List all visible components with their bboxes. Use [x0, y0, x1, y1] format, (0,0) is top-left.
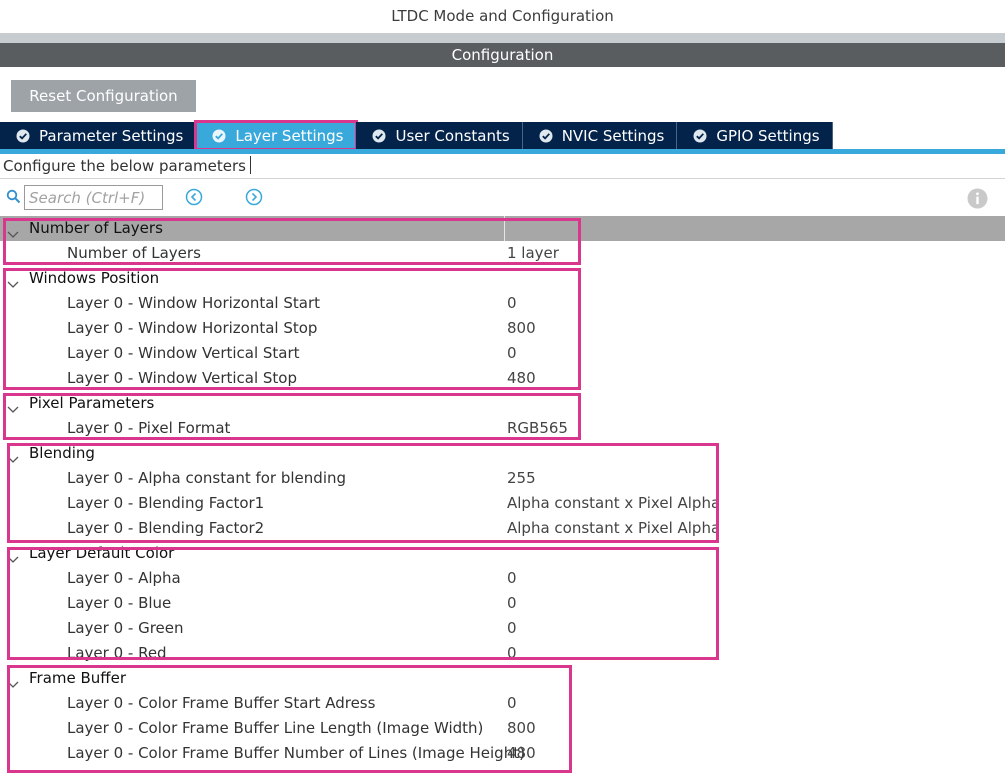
- param-value[interactable]: 0: [507, 291, 517, 316]
- param-value[interactable]: 0: [507, 616, 517, 641]
- group-frame-buffer[interactable]: Frame Buffer: [0, 666, 1005, 691]
- param-row-layer-0-blue[interactable]: Layer 0 - Blue 0: [0, 591, 1005, 616]
- param-value[interactable]: 0: [507, 566, 517, 591]
- param-name: Layer 0 - Red: [67, 644, 167, 662]
- param-value[interactable]: 480: [507, 366, 536, 391]
- configure-hint: Configure the below parameters: [0, 155, 1005, 179]
- check-circle-icon: [693, 129, 707, 143]
- check-circle-icon: [539, 129, 553, 143]
- param-value[interactable]: Alpha constant x Pixel Alpha: [507, 516, 720, 541]
- param-name: Layer 0 - Green: [67, 619, 184, 637]
- param-row-layer-0-window-vertical-stop[interactable]: Layer 0 - Window Vertical Stop 480: [0, 366, 1005, 391]
- param-name: Layer 0 - Blending Factor1: [67, 494, 265, 512]
- param-row-layer-0-color-frame-buffer-line-length-image-width[interactable]: Layer 0 - Color Frame Buffer Line Length…: [0, 716, 1005, 741]
- group-title: Frame Buffer: [29, 669, 127, 687]
- param-row-layer-0-blending-factor1[interactable]: Layer 0 - Blending Factor1 Alpha constant…: [0, 491, 1005, 516]
- group-layer-default-color[interactable]: Layer Default Color: [0, 541, 1005, 566]
- tab-label: GPIO Settings: [716, 126, 820, 145]
- tab-label: User Constants: [395, 126, 510, 145]
- search-input[interactable]: [24, 185, 163, 210]
- param-row-layer-0-pixel-format[interactable]: Layer 0 - Pixel Format RGB565: [0, 416, 1005, 441]
- param-row-layer-0-window-horizontal-start[interactable]: Layer 0 - Window Horizontal Start 0: [0, 291, 1005, 316]
- search-next-icon[interactable]: [245, 188, 263, 206]
- param-name: Layer 0 - Blending Factor2: [67, 519, 265, 537]
- param-value[interactable]: 1 layer: [507, 241, 559, 266]
- check-circle-icon: [212, 129, 226, 143]
- param-row-layer-0-window-vertical-start[interactable]: Layer 0 - Window Vertical Start 0: [0, 341, 1005, 366]
- group-pixel-parameters[interactable]: Pixel Parameters: [0, 391, 1005, 416]
- settings-tabs: Parameter Settings Layer Settings User C…: [0, 120, 833, 151]
- tab-parameter-settings[interactable]: Parameter Settings: [0, 122, 197, 149]
- param-row-layer-0-color-frame-buffer-number-of-lines-image-height[interactable]: Layer 0 - Color Frame Buffer Number of L…: [0, 741, 1005, 766]
- tab-layer-settings[interactable]: Layer Settings: [194, 120, 359, 151]
- tab-label: Parameter Settings: [39, 126, 184, 145]
- tab-label: Layer Settings: [235, 126, 344, 145]
- tab-user-constants[interactable]: User Constants: [356, 122, 523, 149]
- search-toolbar: [0, 183, 1005, 211]
- search-previous-icon[interactable]: [185, 188, 203, 206]
- tab-label: NVIC Settings: [561, 126, 665, 145]
- configuration-header: Configuration: [0, 43, 1005, 67]
- param-value[interactable]: 800: [507, 716, 536, 741]
- param-value[interactable]: 255: [507, 466, 536, 491]
- param-row-layer-0-blending-factor2[interactable]: Layer 0 - Blending Factor2 Alpha constant…: [0, 516, 1005, 541]
- ltdc-configuration-window: LTDC Mode and Configuration Configuratio…: [0, 0, 1005, 776]
- tab-underline: [0, 149, 1005, 154]
- group-title: Windows Position: [29, 269, 160, 287]
- param-value[interactable]: Alpha constant x Pixel Alpha: [507, 491, 720, 516]
- param-value[interactable]: 0: [507, 691, 517, 716]
- param-value[interactable]: 0: [507, 591, 517, 616]
- window-title: LTDC Mode and Configuration: [0, 0, 1005, 33]
- param-name: Number of Layers: [67, 244, 201, 262]
- param-value[interactable]: 480: [507, 741, 536, 766]
- param-name: Layer 0 - Window Horizontal Stop: [67, 319, 318, 337]
- group-title: Pixel Parameters: [29, 394, 155, 412]
- group-blending[interactable]: Blending: [0, 441, 1005, 466]
- param-row-layer-0-window-horizontal-stop[interactable]: Layer 0 - Window Horizontal Stop 800: [0, 316, 1005, 341]
- param-name: Layer 0 - Color Frame Buffer Line Length…: [67, 719, 484, 737]
- group-number-of-layers[interactable]: Number of Layers: [0, 216, 1005, 241]
- param-name: Layer 0 - Color Frame Buffer Start Adres…: [67, 694, 376, 712]
- check-circle-icon: [372, 129, 386, 143]
- text-caret: [250, 156, 251, 174]
- group-windows-position[interactable]: Windows Position: [0, 266, 1005, 291]
- param-row-layer-0-color-frame-buffer-start-adress[interactable]: Layer 0 - Color Frame Buffer Start Adres…: [0, 691, 1005, 716]
- check-circle-icon: [16, 129, 30, 143]
- hint-text: Configure the below parameters: [3, 157, 246, 175]
- param-row-layer-0-alpha[interactable]: Layer 0 - Alpha 0: [0, 566, 1005, 591]
- param-value[interactable]: 0: [507, 341, 517, 366]
- param-name: Layer 0 - Window Vertical Start: [67, 344, 300, 362]
- param-name: Layer 0 - Color Frame Buffer Number of L…: [67, 744, 525, 762]
- param-value[interactable]: 800: [507, 316, 536, 341]
- info-icon[interactable]: [967, 188, 988, 209]
- param-row-number-of-layers[interactable]: Number of Layers 1 layer: [0, 241, 1005, 266]
- group-title: Layer Default Color: [29, 544, 175, 562]
- group-title: Number of Layers: [29, 219, 163, 237]
- param-name: Layer 0 - Alpha constant for blending: [67, 469, 347, 487]
- title-divider: [0, 33, 1005, 43]
- column-divider: [504, 216, 505, 241]
- param-row-layer-0-red[interactable]: Layer 0 - Red 0: [0, 641, 1005, 666]
- param-name: Layer 0 - Alpha: [67, 569, 181, 587]
- param-row-layer-0-alpha-constant-for-blending[interactable]: Layer 0 - Alpha constant for blending 255: [0, 466, 1005, 491]
- tab-gpio-settings[interactable]: GPIO Settings: [677, 122, 833, 149]
- param-row-layer-0-green[interactable]: Layer 0 - Green 0: [0, 616, 1005, 641]
- param-value[interactable]: RGB565: [507, 416, 568, 441]
- param-value[interactable]: 0: [507, 641, 517, 666]
- param-name: Layer 0 - Window Vertical Stop: [67, 369, 298, 387]
- group-title: Blending: [29, 444, 95, 462]
- parameter-grid: Number of Layers Number of Layers 1 layer W…: [0, 216, 1005, 766]
- search-icon: [6, 189, 21, 208]
- param-name: Layer 0 - Window Horizontal Start: [67, 294, 320, 312]
- reset-configuration-button[interactable]: Reset Configuration: [11, 80, 196, 112]
- param-name: Layer 0 - Pixel Format: [67, 419, 231, 437]
- tab-nvic-settings[interactable]: NVIC Settings: [522, 122, 678, 149]
- param-name: Layer 0 - Blue: [67, 594, 172, 612]
